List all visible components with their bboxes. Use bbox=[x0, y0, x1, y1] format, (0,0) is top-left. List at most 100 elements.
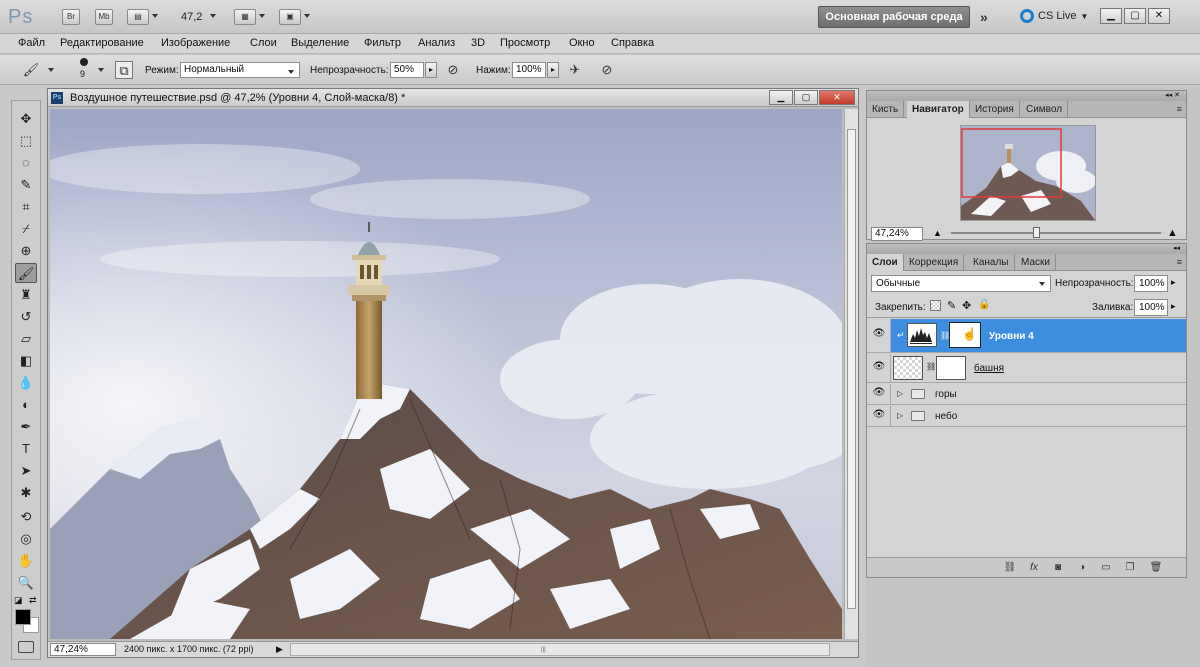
marquee-tool-icon[interactable]: ⬚ bbox=[15, 131, 37, 151]
hand-tool-icon[interactable]: ✋ bbox=[15, 551, 37, 571]
doc-close-button[interactable]: ✕ bbox=[819, 90, 855, 105]
brush-dot-icon[interactable] bbox=[80, 58, 88, 66]
3d-rotate-tool-icon[interactable]: ⟲ bbox=[15, 507, 37, 527]
collapse-icon[interactable]: ◂◂ ✕ bbox=[1165, 91, 1180, 99]
collapse-icon[interactable]: ◂◂ bbox=[1173, 244, 1180, 252]
trash-icon[interactable]: 🗑 bbox=[1147, 561, 1165, 575]
zoom-out-icon[interactable]: ▲ bbox=[933, 228, 942, 238]
expand-arrow-icon[interactable]: ▷ bbox=[897, 411, 903, 420]
status-menu-arrow-icon[interactable]: ▶ bbox=[276, 644, 283, 655]
menu-window[interactable]: Окно bbox=[569, 37, 595, 49]
layer-mask-thumbnail[interactable]: ☝ bbox=[949, 322, 981, 348]
quick-mask-icon[interactable] bbox=[18, 641, 34, 653]
airbrush-icon[interactable]: ✈ bbox=[566, 61, 584, 79]
cs-live-button[interactable]: CS Live ▼ bbox=[1020, 9, 1088, 23]
panel-menu-icon[interactable]: ≡ bbox=[1177, 104, 1182, 114]
opacity-slider-toggle[interactable]: ▸ bbox=[425, 62, 437, 78]
tab-history[interactable]: История bbox=[970, 101, 1020, 118]
flow-slider-toggle[interactable]: ▸ bbox=[547, 62, 559, 78]
maximize-button[interactable]: ▢ bbox=[1124, 8, 1146, 24]
chevron-down-icon[interactable] bbox=[210, 14, 216, 18]
tab-character[interactable]: Символ bbox=[1021, 101, 1069, 118]
panel-header[interactable]: ◂◂ bbox=[867, 244, 1186, 254]
eye-icon[interactable]: 👁 bbox=[871, 361, 887, 377]
zoom-in-icon[interactable]: ▲ bbox=[1167, 227, 1178, 239]
layer-row-sky[interactable]: 👁 ▷ небо bbox=[867, 406, 1186, 427]
new-group-icon[interactable]: ▭ bbox=[1097, 561, 1115, 575]
brush-tool-icon[interactable]: 🖌 bbox=[15, 263, 37, 283]
brush-panel-toggle-icon[interactable]: ⧉ bbox=[115, 61, 133, 79]
menu-layers[interactable]: Слои bbox=[250, 37, 277, 49]
workspace-button[interactable]: Основная рабочая среда bbox=[818, 6, 970, 28]
layer-row-tower[interactable]: 👁 ⛓ башня bbox=[867, 354, 1186, 383]
brush-tool-preset-icon[interactable]: 🖌 bbox=[22, 61, 40, 79]
menu-3d[interactable]: 3D bbox=[471, 37, 485, 49]
fill-input[interactable]: 100% bbox=[1134, 299, 1168, 316]
shape-tool-icon[interactable]: ✱ bbox=[15, 483, 37, 503]
foreground-color-swatch[interactable] bbox=[15, 609, 31, 625]
menu-image[interactable]: Изображение bbox=[161, 37, 230, 49]
doc-maximize-button[interactable]: ▢ bbox=[794, 90, 818, 105]
new-layer-icon[interactable]: ❐ bbox=[1121, 561, 1139, 575]
clone-stamp-tool-icon[interactable]: ♜ bbox=[15, 285, 37, 305]
type-tool-icon[interactable]: T bbox=[15, 439, 37, 459]
lock-pixels-icon[interactable]: ✎ bbox=[947, 299, 956, 312]
fill-slider-arrow-icon[interactable]: ▸ bbox=[1171, 301, 1176, 312]
document-tab[interactable]: Ps Воздушное путешествие.psd @ 47,2% (Ур… bbox=[48, 89, 858, 107]
mini-bridge-button[interactable]: Mb bbox=[95, 9, 113, 25]
eye-icon[interactable]: 👁 bbox=[871, 328, 887, 344]
tab-navigator[interactable]: Навигатор bbox=[907, 101, 970, 118]
navigator-preview[interactable] bbox=[960, 125, 1096, 221]
layer-row-mountains[interactable]: 👁 ▷ горы bbox=[867, 384, 1186, 405]
swap-colors-icon[interactable]: ⇄ bbox=[29, 595, 37, 606]
close-button[interactable]: ✕ bbox=[1148, 8, 1170, 24]
eye-icon[interactable]: 👁 bbox=[871, 387, 887, 403]
tab-brush[interactable]: Кисть bbox=[867, 101, 905, 118]
menu-filter[interactable]: Фильтр bbox=[364, 37, 401, 49]
chevron-down-icon[interactable] bbox=[98, 68, 104, 72]
link-layers-icon[interactable]: ⛓ bbox=[1001, 561, 1019, 575]
crop-tool-icon[interactable]: ⌗ bbox=[15, 197, 37, 217]
add-mask-icon[interactable]: ◙ bbox=[1049, 561, 1067, 575]
flow-input[interactable]: 100% bbox=[512, 62, 546, 78]
expand-arrow-icon[interactable]: ▷ bbox=[897, 389, 903, 398]
pressure-size-icon[interactable]: ⊘ bbox=[598, 61, 616, 79]
menu-help[interactable]: Справка bbox=[611, 37, 654, 49]
move-tool-icon[interactable]: ✥ bbox=[15, 109, 37, 129]
vertical-scrollbar[interactable] bbox=[844, 109, 858, 639]
menu-analysis[interactable]: Анализ bbox=[418, 37, 455, 49]
chevron-down-icon[interactable] bbox=[48, 68, 54, 72]
doc-zoom-field[interactable]: 47,24% bbox=[50, 643, 116, 656]
layer-row-levels[interactable]: 👁 ↵ ⛓ ☝ Уровни 4 bbox=[867, 319, 1186, 353]
menu-edit[interactable]: Редактирование bbox=[60, 37, 144, 49]
panel-header[interactable]: ◂◂ ✕ bbox=[867, 91, 1186, 101]
dodge-tool-icon[interactable]: ◐ bbox=[15, 395, 37, 415]
link-icon[interactable]: ⛓ bbox=[926, 362, 936, 371]
lasso-tool-icon[interactable]: ◌ bbox=[15, 153, 37, 173]
tab-masks[interactable]: Маски bbox=[1016, 254, 1056, 271]
path-selection-tool-icon[interactable]: ➤ bbox=[15, 461, 37, 481]
tab-adjustments[interactable]: Коррекция bbox=[904, 254, 965, 271]
default-colors-icon[interactable]: ◪ bbox=[14, 595, 23, 606]
blend-mode-select[interactable]: Обычные bbox=[871, 275, 1051, 292]
menu-view[interactable]: Просмотр bbox=[500, 37, 550, 49]
adjustment-layer-icon[interactable]: ◑ bbox=[1073, 561, 1091, 575]
pen-tool-icon[interactable]: ✒ bbox=[15, 417, 37, 437]
gradient-tool-icon[interactable]: ◧ bbox=[15, 351, 37, 371]
lock-all-icon[interactable]: 🔒 bbox=[978, 299, 990, 310]
bridge-button[interactable]: Br bbox=[62, 9, 80, 25]
levels-adjustment-thumbnail[interactable] bbox=[907, 323, 937, 347]
layer-style-icon[interactable]: fx bbox=[1025, 561, 1043, 575]
navigator-zoom-field[interactable]: 47,24% bbox=[871, 227, 923, 241]
opacity-input[interactable]: 50% bbox=[390, 62, 424, 78]
menu-file[interactable]: Файл bbox=[18, 37, 45, 49]
layer-mask-thumbnail[interactable] bbox=[936, 356, 966, 380]
double-chevron-icon[interactable]: » bbox=[980, 9, 988, 25]
eyedropper-tool-icon[interactable]: ⌿ bbox=[15, 219, 37, 239]
view-extras-button[interactable]: ▤ bbox=[127, 9, 149, 25]
mode-select[interactable]: Нормальный bbox=[180, 62, 300, 78]
blur-tool-icon[interactable]: 💧 bbox=[15, 373, 37, 393]
opacity-slider-arrow-icon[interactable]: ▸ bbox=[1171, 277, 1176, 288]
menu-select[interactable]: Выделение bbox=[291, 37, 349, 49]
eye-icon[interactable]: 👁 bbox=[871, 409, 887, 425]
